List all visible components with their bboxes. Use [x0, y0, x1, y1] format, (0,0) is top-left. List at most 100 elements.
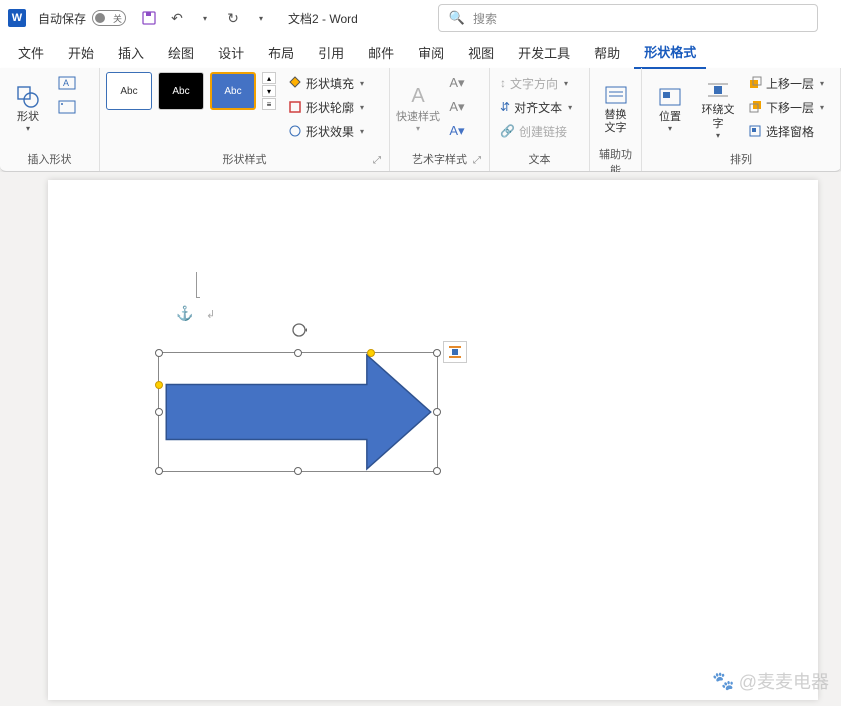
toggle-track[interactable]: 关 [92, 10, 126, 26]
tab-help[interactable]: 帮助 [584, 37, 630, 68]
handle-tl[interactable] [155, 349, 163, 357]
shape-style-gallery[interactable]: Abc Abc Abc ▴ ▾ ≡ [106, 72, 276, 110]
align-text-label: 对齐文本 [514, 99, 562, 116]
handle-bl[interactable] [155, 467, 163, 475]
alt-text-label: 替换 文字 [605, 109, 627, 135]
align-text-button[interactable]: ⇵对齐文本▾ [496, 96, 576, 118]
tab-developer[interactable]: 开发工具 [508, 37, 580, 68]
toggle-knob [95, 13, 105, 23]
tab-references[interactable]: 引用 [308, 37, 354, 68]
position-button[interactable]: 位置 ▾ [648, 72, 692, 144]
qat-customize[interactable]: ▾ [252, 9, 270, 27]
group-text: ↕文字方向▾ ⇵对齐文本▾ 🔗创建链接 文本 [490, 68, 590, 171]
tab-layout[interactable]: 布局 [258, 37, 304, 68]
gallery-scroll-up[interactable]: ▴ [262, 72, 276, 84]
gallery-scroll-down[interactable]: ▾ [262, 85, 276, 97]
page[interactable]: ⚓ ↲ [48, 180, 818, 700]
undo-button[interactable]: ↶ [168, 9, 186, 27]
toggle-state: 关 [113, 12, 122, 25]
handle-tm[interactable] [294, 349, 302, 357]
handle-ml[interactable] [155, 408, 163, 416]
quick-styles-button[interactable]: A 快速样式 ▾ [396, 72, 440, 144]
bring-forward-label: 上移一层 [766, 75, 814, 92]
quick-access-toolbar: ↶ ▾ ↻ ▾ [140, 9, 270, 27]
shape-outline-button[interactable]: 形状轮廓▾ [284, 96, 368, 118]
tab-review[interactable]: 审阅 [408, 37, 454, 68]
search-box[interactable]: 🔍 搜索 [438, 4, 818, 32]
handle-tr[interactable] [433, 349, 441, 357]
group-label-arrange: 排列 [648, 149, 834, 169]
style-swatch-3[interactable]: Abc [210, 72, 256, 110]
style-swatch-1[interactable]: Abc [106, 72, 152, 110]
tab-mailings[interactable]: 邮件 [358, 37, 404, 68]
shape-effects-button[interactable]: 形状效果▾ [284, 120, 368, 142]
adjust-handle-2[interactable] [367, 349, 375, 357]
group-shape-styles: Abc Abc Abc ▴ ▾ ≡ 形状填充▾ 形状轮廓▾ 形状效果▾ 形状样式… [100, 68, 390, 171]
style-swatch-2[interactable]: Abc [158, 72, 204, 110]
shape-effects-label: 形状效果 [306, 123, 354, 140]
quick-styles-label: 快速样式 [396, 111, 440, 124]
shape-fill-label: 形状填充 [306, 75, 354, 92]
autosave-label: 自动保存 [38, 10, 86, 27]
edit-shape-button[interactable] [54, 96, 80, 118]
selection-pane-button[interactable]: 选择窗格 [744, 120, 828, 142]
alt-text-icon [602, 81, 630, 109]
layout-options-button[interactable] [443, 341, 467, 363]
ribbon: 形状 ▾ A 插入形状 Abc Abc Abc ▴ ▾ ≡ [0, 68, 841, 172]
text-effects-button[interactable]: A▾ [444, 120, 470, 142]
bring-forward-button[interactable]: 上移一层▾ [744, 72, 828, 94]
create-link-label: 创建链接 [519, 123, 567, 140]
autosave-toggle[interactable]: 自动保存 关 [38, 10, 126, 27]
handle-mr[interactable] [433, 408, 441, 416]
wrap-text-icon [704, 76, 732, 104]
wrap-text-button[interactable]: 环绕文 字 ▾ [696, 72, 740, 144]
group-arrange: 位置 ▾ 环绕文 字 ▾ 上移一层▾ 下移一层▾ 选择窗格 排列 [642, 68, 841, 171]
shapes-button[interactable]: 形状 ▾ [6, 72, 50, 144]
paragraph-mark: ↲ [206, 308, 215, 321]
ribbon-tabs: 文件 开始 插入 绘图 设计 布局 引用 邮件 审阅 视图 开发工具 帮助 形状… [0, 36, 841, 68]
word-app-icon: W [8, 9, 26, 27]
tab-shape-format[interactable]: 形状格式 [634, 36, 706, 69]
title-bar: W 自动保存 关 ↶ ▾ ↻ ▾ 文档2 - Word 🔍 搜索 [0, 0, 841, 36]
redo-button[interactable]: ↻ [224, 9, 242, 27]
create-link-button[interactable]: 🔗创建链接 [496, 120, 576, 142]
save-button[interactable] [140, 9, 158, 27]
handle-bm[interactable] [294, 467, 302, 475]
dialog-launcher-wordart[interactable]: ⤢ [473, 155, 485, 167]
rotate-handle[interactable] [290, 321, 306, 337]
arrow-shape[interactable] [159, 353, 437, 471]
tab-insert[interactable]: 插入 [108, 37, 154, 68]
tab-home[interactable]: 开始 [58, 37, 104, 68]
search-icon: 🔍 [449, 10, 465, 26]
send-backward-button[interactable]: 下移一层▾ [744, 96, 828, 118]
watermark: 🐾 @麦麦电器 [712, 668, 829, 694]
wrap-text-label: 环绕文 字 [702, 104, 735, 130]
shape-selection[interactable] [158, 352, 438, 472]
textbox-button[interactable]: A [54, 72, 80, 94]
gallery-more[interactable]: ≡ [262, 98, 276, 110]
selection-pane-label: 选择窗格 [766, 123, 814, 140]
text-outline-button[interactable]: A▾ [444, 96, 470, 118]
handle-br[interactable] [433, 467, 441, 475]
svg-text:A: A [63, 78, 69, 88]
tab-design[interactable]: 设计 [208, 37, 254, 68]
adjust-handle-1[interactable] [155, 381, 163, 389]
shape-outline-label: 形状轮廓 [306, 99, 354, 116]
tab-file[interactable]: 文件 [8, 37, 54, 68]
document-area[interactable]: ⚓ ↲ [0, 172, 841, 706]
group-insert-shapes: 形状 ▾ A 插入形状 [0, 68, 100, 171]
shapes-label: 形状 [17, 111, 39, 124]
dialog-launcher-shape-styles[interactable]: ⤢ [373, 155, 385, 167]
shape-fill-button[interactable]: 形状填充▾ [284, 72, 368, 94]
alt-text-button[interactable]: 替换 文字 [596, 72, 635, 144]
text-direction-label: 文字方向 [510, 75, 558, 92]
position-label: 位置 [659, 111, 681, 124]
text-fill-button[interactable]: A▾ [444, 72, 470, 94]
send-backward-label: 下移一层 [766, 99, 814, 116]
text-direction-button[interactable]: ↕文字方向▾ [496, 72, 576, 94]
tab-draw[interactable]: 绘图 [158, 37, 204, 68]
tab-view[interactable]: 视图 [458, 37, 504, 68]
search-placeholder: 搜索 [473, 10, 497, 27]
watermark-icon: 🐾 [712, 671, 734, 692]
undo-dropdown[interactable]: ▾ [196, 9, 214, 27]
